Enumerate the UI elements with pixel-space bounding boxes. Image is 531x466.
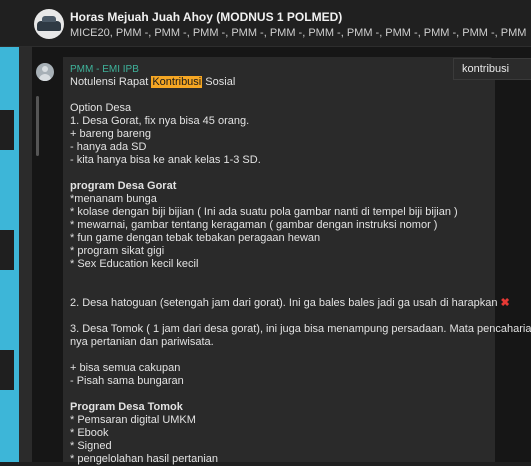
message-line-text: nya pertanian dan pariwisata.: [70, 336, 214, 348]
message-line-text: program Desa Gorat: [70, 180, 177, 192]
message-line: - hanya ada SD: [70, 141, 490, 154]
title-prefix: Notulensi Rapat: [70, 76, 152, 88]
message-line: * Pemsaran digital UMKM: [70, 414, 490, 427]
message-line-text: + bareng bareng: [70, 128, 152, 140]
message-line-text: Option Desa: [70, 102, 132, 114]
message-line: nya pertanian dan pariwisata.: [70, 336, 490, 349]
message-line-text: - kita hanya bisa ke anak kelas 1-3 SD.: [70, 154, 261, 166]
message-line-text: * Pemsaran digital UMKM: [70, 414, 196, 426]
message-line-text: * kolase dengan biji bijian ( Ini ada su…: [70, 206, 458, 218]
message-line-text: 2. Desa hatoguan (setengah jam dari gora…: [70, 297, 498, 309]
message-line: * Sex Education kecil kecil: [70, 258, 490, 271]
chat-header[interactable]: Horas Mejuah Juah Ahoy (MODNUS 1 POLMED)…: [0, 0, 531, 47]
search-value: kontribusi: [462, 63, 510, 75]
message-line: + bisa semua cakupan: [70, 362, 490, 375]
message-line-text: Program Desa Tomok: [70, 401, 183, 413]
title-suffix: Sosial: [202, 76, 236, 88]
person-icon-body: [39, 74, 51, 81]
message-line: * program sikat gigi: [70, 245, 490, 258]
person-icon-head: [42, 66, 48, 72]
message-line-text: 1. Desa Gorat, fix nya bisa 45 orang.: [70, 115, 250, 127]
message-line-text: * Signed: [70, 440, 112, 452]
group-avatar[interactable]: [34, 9, 64, 39]
message-line: - kita hanya bisa ke anak kelas 1-3 SD.: [70, 154, 490, 167]
message-line: * Ebook: [70, 427, 490, 440]
message-line-text: * program sikat gigi: [70, 245, 165, 257]
message-lines: Option Desa 1. Desa Gorat, fix nya bisa 4…: [70, 102, 531, 466]
message-line: * kolase dengan biji bijian ( Ini ada su…: [70, 206, 490, 219]
left-decoration: [0, 0, 32, 462]
message-line-text: + bisa semua cakupan: [70, 362, 181, 374]
search-input[interactable]: kontribusi: [453, 58, 531, 80]
message-text: Notulensi Rapat Kontribusi Sosial Option…: [70, 76, 531, 466]
search-highlight: Kontribusi: [151, 76, 203, 88]
message-line-text: * Ebook: [70, 427, 109, 439]
message-line: * Signed: [70, 440, 490, 453]
message-line: * mewarnai, gambar tentang keragaman ( g…: [70, 219, 490, 232]
message-line: 3. Desa Tomok ( 1 jam dari desa gorat), …: [70, 323, 531, 336]
message-line-text: 3. Desa Tomok ( 1 jam dari desa gorat), …: [70, 323, 531, 335]
message-line-text: - Pisah sama bungaran: [70, 375, 184, 387]
message-line-text: * pengelolahan hasil pertanian: [70, 453, 219, 465]
message-line: Option Desa: [70, 102, 490, 115]
message-line: Program Desa Tomok: [70, 401, 490, 414]
decoration-notch: [0, 110, 14, 150]
message-line: 1. Desa Gorat, fix nya bisa 45 orang.: [70, 115, 490, 128]
message-line: * pengelolahan hasil pertanian: [70, 453, 490, 466]
message-line: *menanam bunga: [70, 193, 490, 206]
message-line-text: * Sex Education kecil kecil: [70, 258, 199, 270]
cross-mark-icon: ✖: [500, 297, 510, 309]
message-title: Notulensi Rapat Kontribusi Sosial: [70, 76, 490, 89]
decoration-notch: [0, 350, 14, 390]
scrollbar[interactable]: [36, 96, 39, 156]
message-line-text: * fun game dengan tebak tebakan peragaan…: [70, 232, 321, 244]
group-members: MICE20, PMM -, PMM -, PMM -, PMM -, PMM …: [70, 27, 530, 39]
message-line: + bareng bareng: [70, 128, 490, 141]
decoration-notch: [0, 230, 14, 270]
message-line: 2. Desa hatoguan (setengah jam dari gora…: [70, 297, 510, 310]
message-sender[interactable]: PMM - EMI IPB: [70, 64, 139, 75]
message-line: program Desa Gorat: [70, 180, 490, 193]
group-title: Horas Mejuah Juah Ahoy (MODNUS 1 POLMED): [70, 10, 343, 24]
sender-avatar[interactable]: [36, 63, 54, 81]
message-line: - Pisah sama bungaran: [70, 375, 490, 388]
message-line-text: *menanam bunga: [70, 193, 157, 205]
message-line-text: - hanya ada SD: [70, 141, 147, 153]
car-icon: [37, 16, 61, 31]
message-line-text: * mewarnai, gambar tentang keragaman ( g…: [70, 219, 438, 231]
message-line: * fun game dengan tebak tebakan peragaan…: [70, 232, 490, 245]
